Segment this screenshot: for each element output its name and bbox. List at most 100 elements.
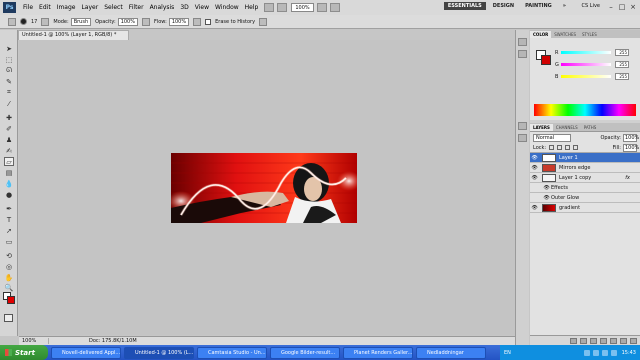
language-indicator[interactable]: EN	[504, 350, 511, 356]
layer-row-layer-1-copy[interactable]: 👁 Layer 1 copy fx	[530, 173, 640, 183]
opacity-field[interactable]: 100%	[117, 17, 138, 26]
bridge-icon[interactable]	[264, 3, 275, 12]
visibility-eye-icon[interactable]: 👁	[530, 165, 539, 171]
background-color-swatch[interactable]	[7, 296, 15, 304]
adjustments-panel-icon[interactable]	[518, 122, 527, 130]
blue-slider[interactable]	[561, 75, 611, 78]
layer-row-gradient[interactable]: 👁 gradient	[530, 203, 640, 213]
green-slider[interactable]	[561, 63, 611, 66]
brush-panel-toggle-icon[interactable]	[41, 17, 50, 26]
tab-layers[interactable]: LAYERS	[530, 124, 553, 131]
tab-swatches[interactable]: SWATCHES	[551, 31, 579, 38]
hand-tool-icon[interactable]: ✋	[4, 273, 14, 282]
visibility-eye-icon[interactable]: 👁	[530, 175, 539, 181]
green-value-field[interactable]: 255	[615, 61, 629, 68]
healing-brush-tool-icon[interactable]: ✚	[4, 113, 14, 122]
taskbar-item-novell[interactable]: Novell-delivered Appl...	[51, 346, 121, 359]
menu-analysis[interactable]: Analysis	[147, 4, 178, 11]
visibility-eye-icon[interactable]: 👁	[542, 185, 551, 191]
airbrush-icon[interactable]	[193, 17, 202, 26]
layer-row-layer-1[interactable]: 👁 Layer 1	[530, 153, 640, 163]
lock-image-icon[interactable]	[557, 145, 563, 150]
taskbar-item-photoshop[interactable]: Untitled-1 @ 100% (L...	[124, 346, 194, 359]
close-button[interactable]: ×	[628, 2, 638, 11]
taskbar-item-google-images[interactable]: Google Bilder-result...	[270, 346, 340, 359]
masks-panel-icon[interactable]	[518, 134, 527, 142]
eyedropper-tool-icon[interactable]: ⁄	[4, 99, 14, 108]
add-style-icon[interactable]	[580, 337, 587, 344]
minimize-button[interactable]: –	[606, 2, 616, 11]
taskbar-item-planet-renders[interactable]: Planet Renders Galler...	[343, 346, 413, 359]
erase-to-history-checkbox[interactable]	[205, 18, 212, 25]
layer-effects-row[interactable]: 👁 Effects	[530, 183, 640, 193]
security-icon[interactable]	[601, 349, 608, 356]
lock-all-icon[interactable]	[573, 145, 579, 150]
layer-row-mirrors-edge[interactable]: 👁 Mirrors edge	[530, 163, 640, 173]
tab-paths[interactable]: PATHS	[581, 124, 600, 131]
pen-tool-icon[interactable]: ✒	[4, 204, 14, 213]
visibility-eye-icon[interactable]: 👁	[542, 195, 551, 201]
gradient-tool-icon[interactable]: ▤	[4, 168, 14, 177]
eraser-tool-preset-icon[interactable]	[8, 17, 16, 26]
maximize-button[interactable]: □	[617, 2, 627, 11]
mode-select[interactable]: Brush	[70, 17, 92, 26]
color-spectrum-bar[interactable]	[534, 104, 636, 116]
visibility-eye-icon[interactable]: 👁	[530, 205, 539, 211]
lasso-tool-icon[interactable]: ᘏ	[4, 66, 14, 75]
flow-field[interactable]: 100%	[168, 17, 190, 26]
move-tool-icon[interactable]: ➤	[4, 44, 14, 53]
zoom-tool-icon[interactable]: 🔍	[4, 283, 14, 292]
menu-layer[interactable]: Layer	[78, 4, 101, 11]
workspace-essentials-button[interactable]: ESSENTIALS	[443, 2, 486, 10]
visibility-eye-icon[interactable]: 👁	[530, 155, 539, 161]
quick-mask-icon[interactable]	[4, 314, 13, 322]
path-selection-tool-icon[interactable]: ➚	[4, 226, 14, 235]
red-value-field[interactable]: 255	[615, 49, 629, 56]
new-adjustment-icon[interactable]	[600, 337, 607, 344]
crop-tool-icon[interactable]: ⌗	[4, 88, 14, 97]
workspace-design-button[interactable]: DESIGN	[489, 2, 518, 10]
layer-outer-glow-row[interactable]: 👁 Outer Glow	[530, 193, 640, 203]
shape-tool-icon[interactable]: ▭	[4, 237, 14, 246]
new-group-icon[interactable]	[610, 337, 617, 344]
taskbar-item-downloads[interactable]: Nedladdningar	[416, 346, 486, 359]
clock[interactable]: 15:43	[622, 350, 636, 356]
network-icon[interactable]	[583, 349, 590, 356]
menu-window[interactable]: Window	[212, 4, 242, 11]
color-panel-background-swatch[interactable]	[541, 55, 551, 65]
clone-stamp-tool-icon[interactable]: ♟	[4, 135, 14, 144]
fill-field[interactable]: 100%	[623, 143, 639, 152]
layer-effects-icon[interactable]: fx	[625, 175, 630, 181]
history-panel-icon[interactable]	[518, 38, 527, 46]
cs-live-button[interactable]: CS Live	[582, 3, 600, 9]
blue-value-field[interactable]: 255	[615, 73, 629, 80]
document-tab[interactable]: Untitled-1 @ 100% (Layer 1, RGB/8) *	[18, 30, 129, 40]
history-brush-tool-icon[interactable]: ✍	[4, 146, 14, 155]
menu-file[interactable]: File	[20, 4, 36, 11]
taskbar-item-camtasia[interactable]: Camtasia Studio - Un...	[197, 346, 267, 359]
quick-selection-tool-icon[interactable]: ✎	[4, 77, 14, 86]
link-layers-icon[interactable]	[570, 337, 577, 344]
add-mask-icon[interactable]	[590, 337, 597, 344]
red-slider[interactable]	[561, 51, 611, 54]
marquee-tool-icon[interactable]: ⬚	[4, 55, 14, 64]
actions-panel-icon[interactable]	[518, 50, 527, 58]
status-doc-size[interactable]: Doc: 175.8K/1.10M	[49, 338, 137, 344]
menu-edit[interactable]: Edit	[36, 4, 54, 11]
3d-rotate-tool-icon[interactable]: ⟲	[4, 251, 14, 260]
lock-position-icon[interactable]	[565, 145, 571, 150]
layer-opacity-field[interactable]: 100%	[623, 133, 639, 142]
updates-icon[interactable]	[610, 349, 617, 356]
delete-layer-icon[interactable]	[630, 337, 637, 344]
workspace-painting-button[interactable]: PAINTING	[521, 2, 556, 10]
menu-image[interactable]: Image	[54, 4, 79, 11]
eraser-tool-icon[interactable]: ▱	[4, 157, 14, 166]
volume-icon[interactable]	[592, 349, 599, 356]
canvas-area[interactable]	[19, 40, 515, 335]
menu-filter[interactable]: Filter	[126, 4, 147, 11]
status-zoom[interactable]: 100%	[19, 338, 49, 344]
type-tool-icon[interactable]: T	[4, 215, 14, 224]
lock-transparent-icon[interactable]	[549, 145, 555, 150]
arrange-documents-icon[interactable]	[316, 3, 327, 12]
tab-styles[interactable]: STYLES	[579, 31, 600, 38]
